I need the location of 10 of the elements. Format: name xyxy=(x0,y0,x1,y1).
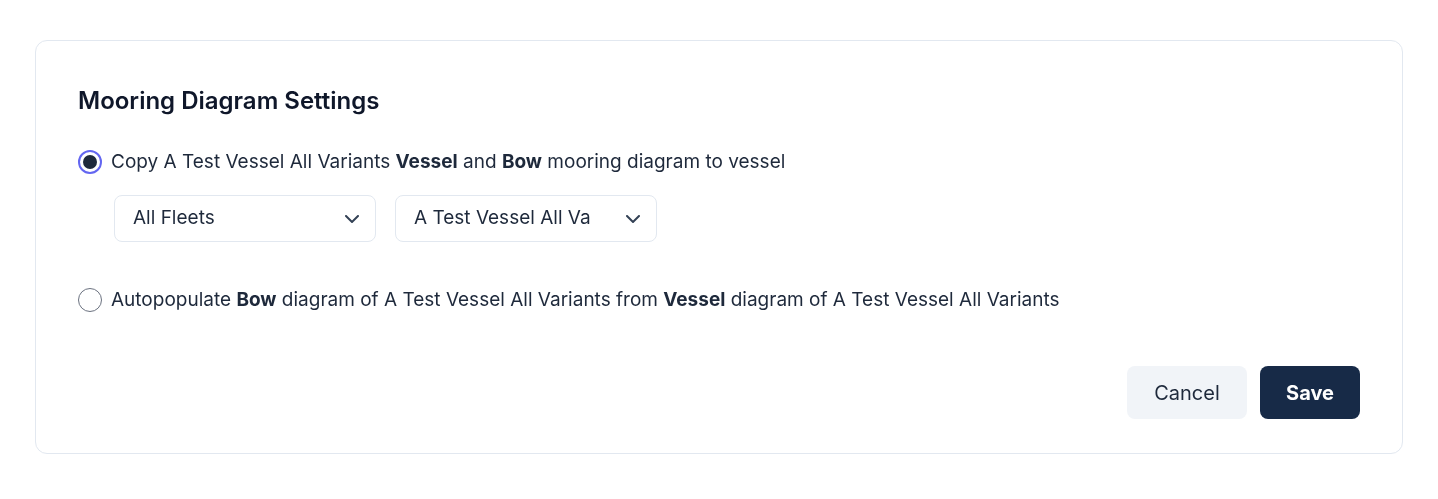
cancel-button[interactable]: Cancel xyxy=(1127,366,1247,419)
dialog-title: Mooring Diagram Settings xyxy=(78,85,381,117)
option-label: Copy A Test Vessel All Variants Vessel and Bow mooring diagram to vessel xyxy=(111,149,786,175)
radio-button[interactable] xyxy=(78,150,102,174)
chevron-down-icon xyxy=(626,214,640,223)
select-dropdown[interactable]: A Test Vessel All Va xyxy=(395,195,657,242)
chevron-down-icon xyxy=(345,214,359,223)
option-label: Autopopulate Bow diagram of A Test Vessel All Variants from Vessel diagram of A Test Vessel All Variants xyxy=(111,287,1060,313)
select-dropdown[interactable]: All Fleets xyxy=(114,195,376,242)
save-button[interactable]: Save xyxy=(1260,366,1360,419)
